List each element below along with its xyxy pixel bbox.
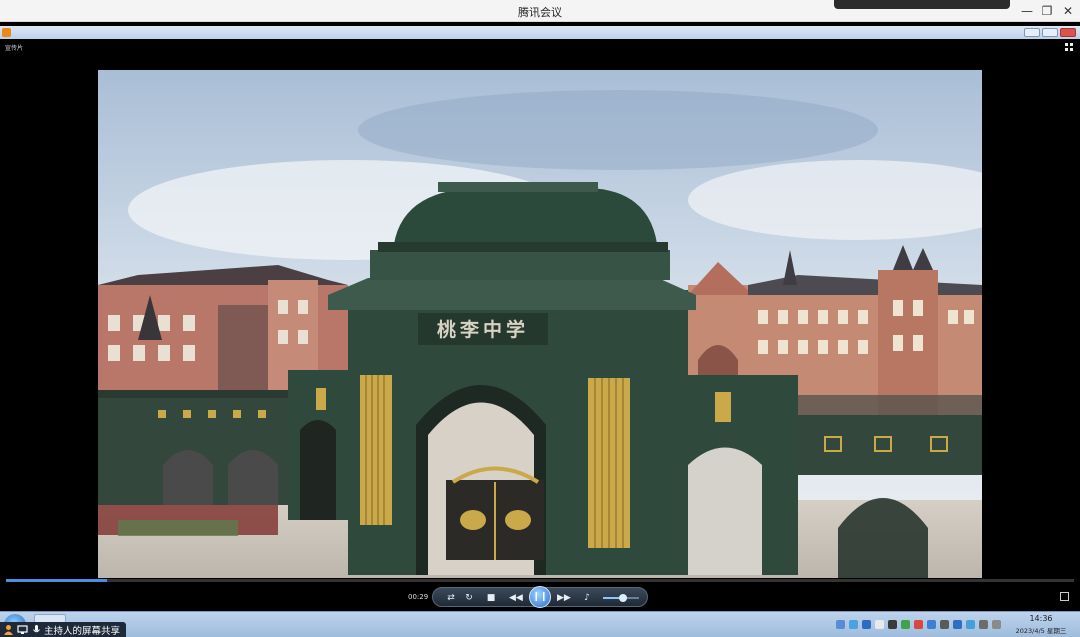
screen-share-label: 主持人的屏幕共享	[44, 626, 121, 637]
taskbar: 14:36 2023/4/5 星期三	[0, 611, 1080, 637]
seek-progress	[6, 579, 108, 582]
volume-tray-icon[interactable]	[992, 620, 1001, 629]
tray-icon[interactable]	[940, 620, 949, 629]
tray-icon[interactable]	[836, 620, 845, 629]
repeat-icon[interactable]: ↻	[463, 592, 475, 604]
gate-plaque: 桃李中学	[437, 318, 529, 341]
tray-icon[interactable]	[914, 620, 923, 629]
tray-icon[interactable]	[901, 620, 910, 629]
pause-icon[interactable]: ❙❙	[529, 586, 551, 608]
tray-icon[interactable]	[875, 620, 884, 629]
tray-icon[interactable]	[979, 620, 988, 629]
volume-slider[interactable]	[603, 594, 639, 602]
volume-knob[interactable]	[618, 594, 627, 602]
tray-icon[interactable]	[849, 620, 858, 629]
seek-bar[interactable]	[6, 579, 1074, 582]
clock-date: 2023/4/5 星期三	[1015, 627, 1067, 635]
system-tray	[836, 618, 1006, 632]
previous-icon[interactable]: ◀◀	[509, 592, 523, 604]
screen-share-icon	[17, 625, 28, 634]
tray-icon[interactable]	[862, 620, 871, 629]
player-controls: ⇄ ↻ ■ ◀◀ ❙❙ ▶▶ ♪	[432, 586, 648, 608]
clock-time: 14:36	[1029, 614, 1053, 623]
meeting-titlebar: 腾讯会议 — ❐ ✕	[0, 0, 1080, 22]
video-frame[interactable]: 桃李中学	[98, 70, 982, 578]
grid-view-icon[interactable]	[1065, 43, 1074, 52]
player-titlebar	[0, 26, 1080, 39]
user-icon	[4, 625, 13, 635]
player-window-label: 宣传片	[5, 45, 24, 52]
tray-icon[interactable]	[927, 620, 936, 629]
player-app-icon	[2, 28, 11, 37]
tray-icon[interactable]	[966, 620, 975, 629]
elapsed-time: 00:29	[408, 593, 429, 601]
screen: 腾讯会议 — ❐ ✕ 宣传片 桃李中学 00:29 ⇄ ↻ ■ ◀◀ ❙❙ ▶▶…	[0, 0, 1080, 637]
close-icon[interactable]: ✕	[1060, 3, 1076, 19]
notification-banner[interactable]	[834, 0, 1010, 9]
tray-icon[interactable]	[953, 620, 962, 629]
player-minimize-button[interactable]	[1024, 28, 1040, 37]
shuffle-icon[interactable]: ⇄	[445, 592, 457, 604]
next-icon[interactable]: ▶▶	[557, 592, 571, 604]
screen-share-bar[interactable]: 主持人的屏幕共享	[0, 622, 126, 637]
restore-icon[interactable]: ❐	[1039, 3, 1055, 19]
microphone-icon	[33, 625, 40, 633]
player-close-button[interactable]	[1060, 28, 1076, 37]
left-wall	[98, 370, 348, 520]
volume-icon[interactable]: ♪	[581, 592, 593, 604]
stop-icon[interactable]: ■	[485, 592, 497, 604]
player-maximize-button[interactable]	[1042, 28, 1058, 37]
taskbar-clock[interactable]: 14:36 2023/4/5 星期三	[1010, 614, 1072, 635]
tray-icon[interactable]	[888, 620, 897, 629]
fullscreen-icon[interactable]	[1060, 592, 1069, 601]
minimize-icon[interactable]: —	[1019, 3, 1035, 19]
